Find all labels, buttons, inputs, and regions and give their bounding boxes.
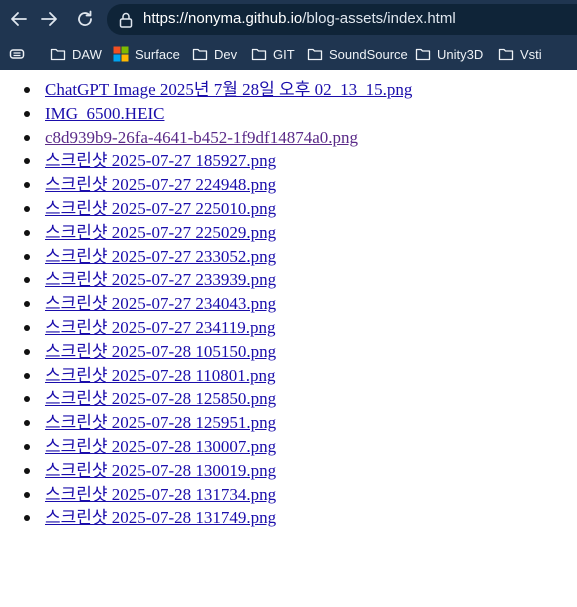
bookmark-unity3d[interactable]: Unity3D: [415, 40, 483, 68]
url-path: /blog-assets/index.html: [302, 10, 456, 27]
file-link[interactable]: c8d939b9-26fa-4641-b452-1f9df14874a0.png: [45, 128, 358, 147]
collections-icon: [9, 49, 25, 59]
list-item: c8d939b9-26fa-4641-b452-1f9df14874a0.png: [0, 126, 412, 150]
list-item: 스크린샷 2025-07-27 185927.png: [0, 149, 412, 173]
folder-icon: [192, 48, 208, 61]
list-item: 스크린샷 2025-07-28 105150.png: [0, 340, 412, 364]
forward-button[interactable]: [34, 4, 64, 34]
list-item: ChatGPT Image 2025년 7월 28일 오후 02_13_15.p…: [0, 78, 412, 102]
file-link[interactable]: 스크린샷 2025-07-27 234043.png: [45, 294, 276, 313]
folder-icon: [251, 48, 267, 61]
page-content: ChatGPT Image 2025년 7월 28일 오후 02_13_15.p…: [0, 70, 577, 607]
bookmark-git[interactable]: GIT: [251, 40, 295, 68]
file-link[interactable]: 스크린샷 2025-07-27 225010.png: [45, 199, 276, 218]
list-item: 스크린샷 2025-07-28 130007.png: [0, 435, 412, 459]
bookmark-daw[interactable]: DAW: [50, 40, 102, 68]
bookmark-label: Unity3D: [437, 46, 484, 62]
folder-icon: [415, 48, 431, 61]
list-item: IMG_6500.HEIC: [0, 102, 412, 126]
bookmark-label: SoundSource: [329, 46, 408, 62]
file-link[interactable]: IMG_6500.HEIC: [45, 104, 164, 123]
list-item: 스크린샷 2025-07-27 234043.png: [0, 292, 412, 316]
url-text[interactable]: https://nonyma.github.io/blog-assets/ind…: [143, 10, 456, 27]
folder-icon: [498, 48, 514, 61]
list-item: 스크린샷 2025-07-28 110801.png: [0, 364, 412, 388]
url-host: https://nonyma.github.io: [143, 10, 303, 27]
bookmark-label: Dev: [214, 46, 238, 62]
site-info-icon[interactable]: [117, 11, 135, 29]
bookmark-label: DAW: [72, 46, 102, 62]
file-link[interactable]: 스크린샷 2025-07-28 110801.png: [45, 366, 276, 385]
list-item: 스크린샷 2025-07-28 125850.png: [0, 387, 412, 411]
file-link[interactable]: 스크린샷 2025-07-27 225029.png: [45, 223, 276, 242]
bookmark-label: GIT: [273, 46, 295, 62]
microsoft-logo-icon: [113, 46, 129, 62]
file-link[interactable]: 스크린샷 2025-07-28 131734.png: [45, 485, 276, 504]
bookmark-label: Surface: [135, 46, 180, 62]
list-item: 스크린샷 2025-07-28 131749.png: [0, 506, 412, 530]
browser-toolbar: https://nonyma.github.io/blog-assets/ind…: [0, 0, 577, 70]
file-link[interactable]: ChatGPT Image 2025년 7월 28일 오후 02_13_15.p…: [45, 80, 412, 99]
file-link[interactable]: 스크린샷 2025-07-27 234119.png: [45, 318, 276, 337]
file-link[interactable]: 스크린샷 2025-07-28 125850.png: [45, 389, 276, 408]
file-link[interactable]: 스크린샷 2025-07-28 131749.png: [45, 508, 276, 527]
file-link[interactable]: 스크린샷 2025-07-27 233939.png: [45, 270, 276, 289]
back-button[interactable]: [4, 4, 34, 34]
list-item: 스크린샷 2025-07-27 234119.png: [0, 316, 412, 340]
list-item: 스크린샷 2025-07-27 225029.png: [0, 221, 412, 245]
list-item: 스크린샷 2025-07-27 233052.png: [0, 245, 412, 269]
file-link[interactable]: 스크린샷 2025-07-28 130007.png: [45, 437, 276, 456]
list-item: 스크린샷 2025-07-28 131734.png: [0, 483, 412, 507]
file-link[interactable]: 스크린샷 2025-07-27 185927.png: [45, 151, 276, 170]
arrow-right-icon: [41, 12, 57, 26]
list-item: 스크린샷 2025-07-27 224948.png: [0, 173, 412, 197]
list-item: 스크린샷 2025-07-27 225010.png: [0, 197, 412, 221]
file-link[interactable]: 스크린샷 2025-07-28 125951.png: [45, 413, 276, 432]
file-link[interactable]: 스크린샷 2025-07-27 224948.png: [45, 175, 276, 194]
bookmark-soundsource[interactable]: SoundSource: [307, 40, 408, 68]
list-item: 스크린샷 2025-07-28 130019.png: [0, 459, 412, 483]
reload-button[interactable]: [70, 4, 100, 34]
folder-icon: [307, 48, 323, 61]
file-link[interactable]: 스크린샷 2025-07-27 233052.png: [45, 247, 276, 266]
refresh-icon: [78, 10, 92, 26]
file-link[interactable]: 스크린샷 2025-07-28 130019.png: [45, 461, 276, 480]
file-link[interactable]: 스크린샷 2025-07-28 105150.png: [45, 342, 276, 361]
bookmark-dev[interactable]: Dev: [192, 40, 237, 68]
arrow-left-icon: [11, 12, 27, 26]
reading-list-button[interactable]: [8, 40, 26, 68]
bookmark-label: Vsti: [520, 46, 542, 62]
bookmark-vsti[interactable]: Vsti: [498, 40, 542, 68]
file-list: ChatGPT Image 2025년 7월 28일 오후 02_13_15.p…: [0, 78, 412, 530]
list-item: 스크린샷 2025-07-28 125951.png: [0, 411, 412, 435]
bookmark-surface[interactable]: Surface: [113, 40, 180, 68]
bookmarks-bar: DAW Surface Dev GIT SoundSource Unity3D …: [0, 40, 577, 68]
folder-icon: [50, 48, 66, 61]
list-item: 스크린샷 2025-07-27 233939.png: [0, 268, 412, 292]
address-bar[interactable]: https://nonyma.github.io/blog-assets/ind…: [107, 4, 577, 35]
